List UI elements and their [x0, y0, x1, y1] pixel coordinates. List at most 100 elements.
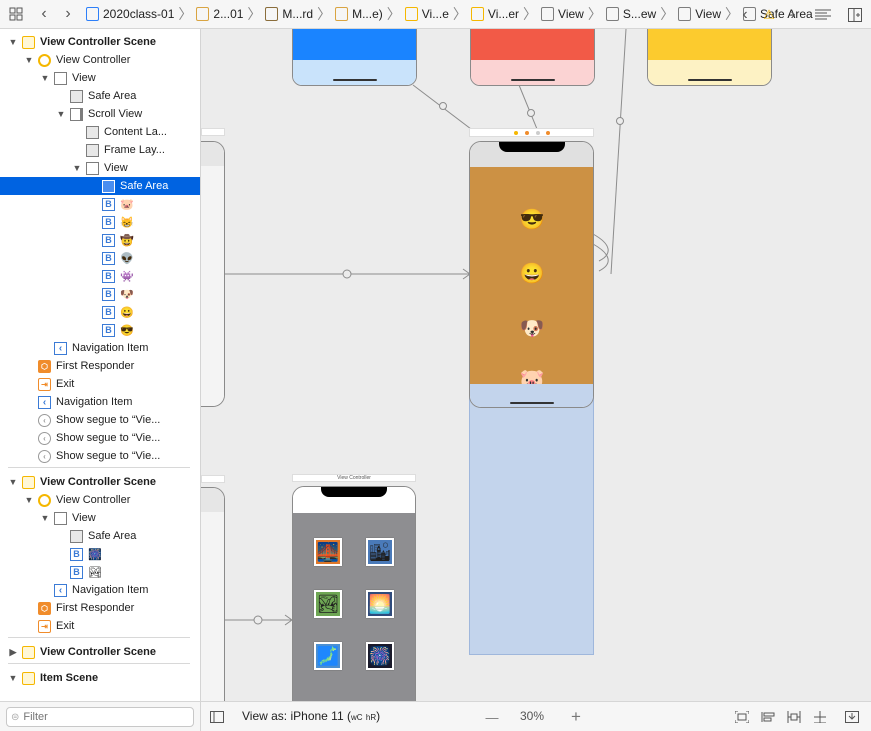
outline-row[interactable]: ▼ View Controller [0, 51, 200, 69]
thumb-city[interactable]: 🏙 [366, 538, 394, 566]
thumb-golden-gate[interactable]: 🌉 [314, 538, 342, 566]
outline-row[interactable]: B 🤠 [0, 231, 200, 249]
outline-row[interactable]: ▼ View [0, 509, 200, 527]
add-constraints-icon[interactable] [812, 709, 828, 725]
outline-row[interactable]: B 👽 [0, 249, 200, 267]
outline-row[interactable]: ▼ Scroll View [0, 105, 200, 123]
outline-row[interactable]: ‹ Show segue to “Vie... [0, 411, 200, 429]
disclosure-expanded-icon[interactable]: ▼ [24, 495, 34, 505]
add-editor-icon[interactable] [843, 4, 867, 26]
breadcrumb-item[interactable]: 2...01 [196, 3, 243, 25]
outline-row[interactable]: ⇥ Exit [0, 375, 200, 393]
outline-row[interactable]: Safe Area [0, 527, 200, 545]
storyboard-canvas[interactable]: 😎 😀 🐶 🐷 View Controller 🌉 🏙 🏞 🌅 🗾 🎆 [201, 29, 871, 701]
align-icon[interactable] [786, 709, 802, 725]
disclosure-expanded-icon[interactable]: ▼ [56, 109, 66, 119]
image-grid-view-controller[interactable]: 🌉 🏙 🏞 🌅 🗾 🎆 [292, 486, 416, 701]
outline-row[interactable]: ‹ Navigation Item [0, 393, 200, 411]
first-responder-icon: ⬡ [38, 359, 51, 373]
update-frames-icon[interactable] [734, 709, 750, 725]
outline-row-label: Item Scene [40, 672, 99, 684]
next-issue-icon[interactable]: › [781, 4, 805, 26]
disclosure-expanded-icon[interactable]: ▼ [72, 163, 82, 173]
outline-row[interactable]: B 🐶 [0, 285, 200, 303]
outline-scene-row[interactable]: ▼ View Controller Scene [0, 33, 200, 51]
filter-field[interactable]: ⊜ [6, 707, 194, 727]
resolve-issues-icon[interactable] [844, 709, 860, 725]
related-items-icon[interactable] [4, 3, 28, 25]
outline-row[interactable]: B 🐷 [0, 195, 200, 213]
main-scene-dock[interactable] [469, 128, 594, 137]
partial-phone-left-top[interactable] [201, 141, 225, 407]
breadcrumb-item[interactable]: Vi...e [404, 3, 449, 25]
outline-row[interactable]: B 😀 [0, 303, 200, 321]
zoom-in-button[interactable]: + [568, 707, 584, 726]
breadcrumb-item[interactable]: M...rd [265, 3, 313, 25]
emoji-button-dog[interactable]: 🐶 [517, 314, 547, 344]
breadcrumb-item[interactable]: 2020class-01 [86, 3, 174, 25]
document-items-icon[interactable] [811, 4, 835, 26]
breadcrumb-item[interactable]: View [541, 3, 584, 25]
yellow-view-controller[interactable] [647, 29, 772, 86]
disclosure-collapsed-icon[interactable]: ▶ [8, 647, 18, 658]
emoji-button-pig[interactable]: 🐷 [517, 365, 547, 384]
breadcrumb-item[interactable]: S...ew [605, 3, 656, 25]
breadcrumb-item[interactable]: Vi...er [470, 3, 519, 25]
outline-row[interactable]: ⬡ First Responder [0, 357, 200, 375]
view-as-label[interactable]: View as: iPhone 11 (wC hR) [242, 709, 380, 723]
outline-row[interactable]: B 👾 [0, 267, 200, 285]
disclosure-expanded-icon[interactable]: ▼ [40, 73, 50, 83]
disclosure-expanded-icon[interactable]: ▼ [8, 477, 18, 487]
outline-row[interactable]: B 😸 [0, 213, 200, 231]
previous-issue-icon[interactable]: ‹ [733, 4, 757, 26]
breadcrumb-item[interactable]: M...e) [335, 3, 383, 25]
zoom-out-button[interactable]: — [484, 709, 500, 725]
blue-view-controller[interactable] [292, 29, 417, 86]
outline-row[interactable]: Safe Area [0, 177, 200, 195]
scroll-view-controller[interactable]: 😎 😀 🐶 🐷 [469, 141, 594, 408]
embed-in-icon[interactable] [760, 709, 776, 725]
safe-area-icon [102, 179, 115, 193]
storyboard-icon [265, 7, 279, 21]
warning-icon[interactable]: ⚠ [757, 4, 781, 26]
outline-row[interactable]: ⇥ Exit [0, 617, 200, 635]
thumb-fireworks[interactable]: 🎆 [366, 642, 394, 670]
filter-input[interactable] [23, 711, 184, 723]
emoji-button-grin[interactable]: 😀 [517, 259, 547, 289]
disclosure-expanded-icon[interactable]: ▼ [40, 513, 50, 523]
toggle-outline-icon[interactable] [209, 709, 225, 725]
disclosure-expanded-icon[interactable]: ▼ [24, 55, 34, 65]
outline-row[interactable]: ▼ View [0, 159, 200, 177]
outline-row[interactable]: B 😎 [0, 321, 200, 339]
outline-row[interactable]: ▼ View [0, 69, 200, 87]
outline-row[interactable]: ‹ Navigation Item [0, 339, 200, 357]
outline-row[interactable]: B 🏞 [0, 563, 200, 581]
emoji-button-sunglasses[interactable]: 😎 [517, 205, 547, 235]
outline-row[interactable]: ‹ Show segue to “Vie... [0, 429, 200, 447]
outline-row[interactable]: ⬡ First Responder [0, 599, 200, 617]
disclosure-expanded-icon[interactable]: ▼ [8, 673, 18, 683]
thumb-map[interactable]: 🗾 [314, 642, 342, 670]
outline-row[interactable]: ▼ View Controller [0, 491, 200, 509]
outline-row[interactable]: B 🎆 [0, 545, 200, 563]
back-arrow-icon[interactable]: ‹ [32, 3, 56, 25]
thumb-sunrise[interactable]: 🌅 [366, 590, 394, 618]
zoom-level[interactable]: 30% [520, 709, 544, 723]
button-icon: B [102, 215, 115, 229]
outline-scene-row[interactable]: ▼ View Controller Scene [0, 473, 200, 491]
outline-row[interactable]: ‹ Navigation Item [0, 581, 200, 599]
outline-row[interactable]: ‹ Show segue to “Vie... [0, 447, 200, 465]
outline-row[interactable]: Frame Lay... [0, 141, 200, 159]
red-view-controller[interactable] [470, 29, 595, 86]
disclosure-expanded-icon[interactable]: ▼ [8, 37, 18, 47]
outline-row[interactable]: Safe Area [0, 87, 200, 105]
canvas-bottom-bar: View as: iPhone 11 (wC hR) — 30% + [201, 701, 871, 731]
forward-arrow-icon[interactable]: › [56, 3, 80, 25]
outline-scene-row[interactable]: ▼ Item Scene [0, 669, 200, 687]
breadcrumb-item[interactable]: View [678, 3, 721, 25]
scroll-view[interactable]: 😎 😀 🐶 🐷 [470, 167, 593, 384]
thumb-park[interactable]: 🏞 [314, 590, 342, 618]
partial-phone-left-bottom[interactable] [201, 487, 225, 701]
outline-scene-row[interactable]: ▶ View Controller Scene [0, 643, 200, 661]
outline-row[interactable]: Content La... [0, 123, 200, 141]
